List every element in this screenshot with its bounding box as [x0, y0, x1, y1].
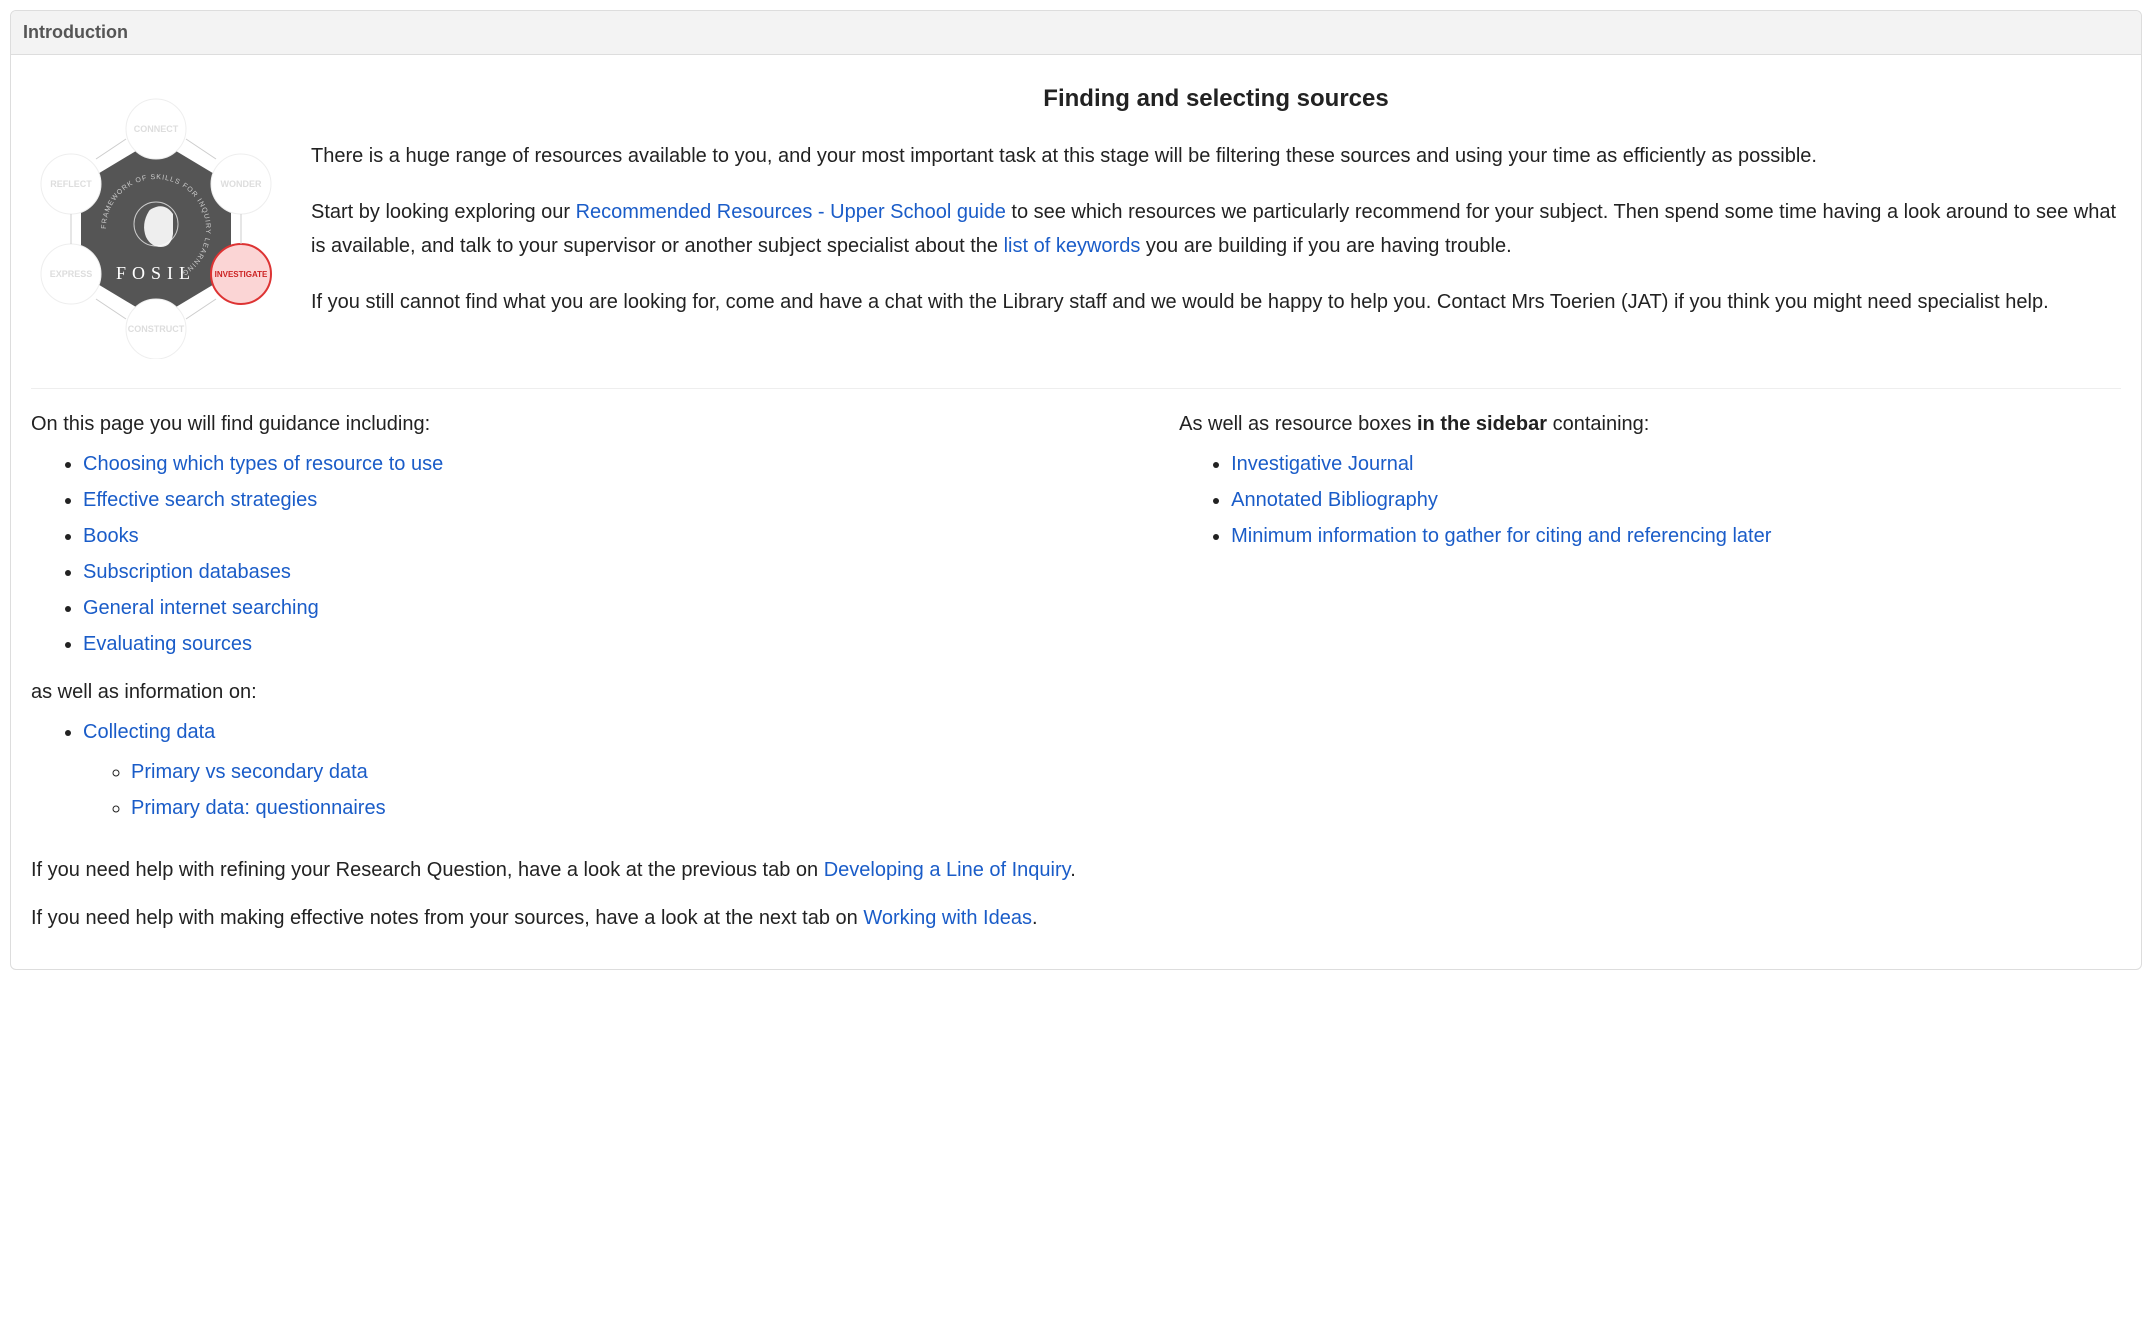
left-column: On this page you will find guidance incl… [31, 407, 1139, 839]
link-primary-vs-secondary[interactable]: Primary vs secondary data [131, 761, 368, 783]
svg-text:WONDER: WONDER [221, 179, 262, 189]
svg-text:CONNECT: CONNECT [134, 124, 179, 134]
link-minimum-citing-info[interactable]: Minimum information to gather for citing… [1231, 525, 1771, 547]
link-investigative-journal[interactable]: Investigative Journal [1231, 453, 1413, 475]
link-list-of-keywords[interactable]: list of keywords [1004, 235, 1141, 257]
page-heading: Finding and selecting sources [311, 79, 2121, 120]
right-intro: As well as resource boxes in the sidebar… [1179, 407, 2121, 441]
link-subscription-databases[interactable]: Subscription databases [83, 561, 291, 583]
link-primary-questionnaires[interactable]: Primary data: questionnaires [131, 797, 386, 819]
svg-text:FOSIL: FOSIL [116, 263, 196, 283]
link-evaluating-sources[interactable]: Evaluating sources [83, 633, 252, 655]
intro-paragraph-2: Start by looking exploring our Recommend… [311, 195, 2121, 263]
divider [31, 388, 2121, 389]
left-intro-1: On this page you will find guidance incl… [31, 407, 1139, 441]
panel-title: Introduction [11, 11, 2141, 55]
svg-text:EXPRESS: EXPRESS [50, 269, 93, 279]
fosil-diagram: FRAMEWORK OF SKILLS FOR INQUIRY LEARNING… [31, 69, 291, 370]
intro-paragraph-3: If you still cannot find what you are lo… [311, 285, 2121, 319]
guidance-list: Choosing which types of resource to use … [31, 447, 1139, 661]
svg-text:INVESTIGATE: INVESTIGATE [215, 270, 268, 279]
info-list: Collecting data Primary vs secondary dat… [31, 715, 1139, 825]
footer-paragraph-1: If you need help with refining your Rese… [31, 853, 2121, 887]
left-intro-2: as well as information on: [31, 675, 1139, 709]
intro-paragraph-1: There is a huge range of resources avail… [311, 139, 2121, 173]
link-effective-search[interactable]: Effective search strategies [83, 489, 317, 511]
footer-paragraph-2: If you need help with making effective n… [31, 901, 2121, 935]
link-choosing-types[interactable]: Choosing which types of resource to use [83, 453, 443, 475]
link-working-with-ideas[interactable]: Working with Ideas [863, 907, 1032, 929]
panel-body: FRAMEWORK OF SKILLS FOR INQUIRY LEARNING… [11, 55, 2141, 969]
introduction-panel: Introduction FRAMEWORK OF SKILLS FOR INQ… [10, 10, 2142, 970]
link-collecting-data[interactable]: Collecting data [83, 721, 215, 743]
svg-text:REFLECT: REFLECT [50, 179, 92, 189]
link-developing-line-of-inquiry[interactable]: Developing a Line of Inquiry [824, 859, 1070, 881]
link-books[interactable]: Books [83, 525, 139, 547]
link-annotated-bibliography[interactable]: Annotated Bibliography [1231, 489, 1438, 511]
link-recommended-resources[interactable]: Recommended Resources - Upper School gui… [576, 201, 1006, 223]
svg-text:CONSTRUCT: CONSTRUCT [128, 324, 185, 334]
right-column: As well as resource boxes in the sidebar… [1179, 407, 2121, 839]
sidebar-resource-list: Investigative Journal Annotated Bibliogr… [1179, 447, 2121, 553]
link-general-internet[interactable]: General internet searching [83, 597, 319, 619]
